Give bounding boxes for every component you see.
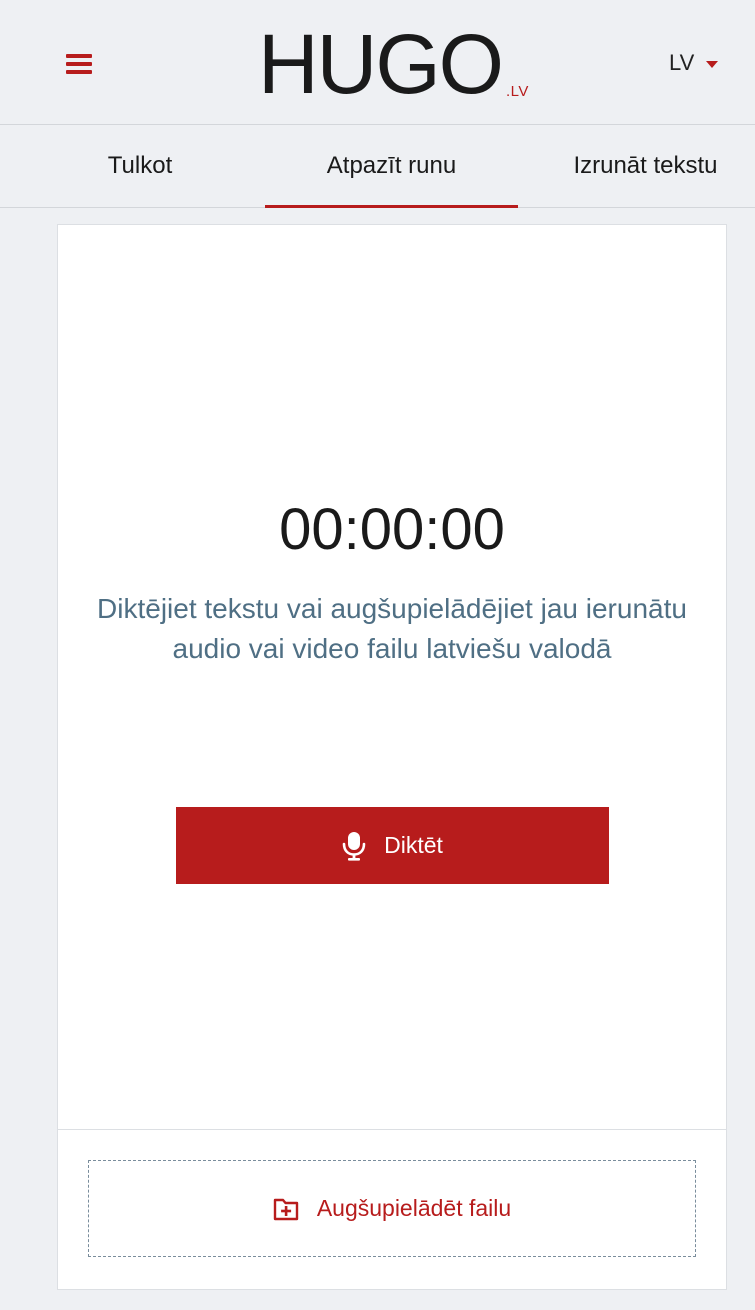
language-label: LV — [669, 50, 695, 75]
upload-file-label: Augšupielādēt failu — [316, 1195, 512, 1221]
folder-plus-icon — [273, 1198, 299, 1220]
instruction-text: Diktējiet tekstu vai augšupielādējiet ja… — [97, 593, 687, 664]
language-selector[interactable]: LV — [669, 50, 719, 76]
header: HUGO .LV LV — [0, 0, 755, 125]
logo[interactable]: HUGO .LV — [258, 17, 529, 111]
dictate-button-label: Diktēt — [384, 832, 443, 858]
recording-timer: 00:00:00 — [279, 497, 505, 562]
logo-suffix: .LV — [506, 83, 529, 100]
caret-down-icon — [706, 60, 719, 68]
upload-file-dropzone[interactable]: Augšupielādēt failu — [88, 1160, 696, 1257]
tab-label: Izrunāt tekstu — [573, 152, 718, 179]
speech-recognition-card: 00:00:00 Diktējiet tekstu vai augšupielā… — [57, 224, 727, 1290]
tab-bar: Tulkot Atpazīt runu Izrunāt tekstu — [0, 125, 755, 208]
hamburger-menu-icon[interactable] — [62, 48, 98, 78]
logo-text: HUGO — [258, 17, 504, 111]
tab-label: Tulkot — [107, 152, 173, 179]
tab-tulkot[interactable]: Tulkot — [85, 125, 195, 207]
tab-atpazit-runu[interactable]: Atpazīt runu — [265, 125, 518, 208]
divider — [58, 1129, 726, 1130]
tab-izrunat-tekstu[interactable]: Izrunāt tekstu — [558, 125, 733, 207]
dictate-button[interactable]: Diktēt — [176, 807, 609, 884]
tab-label: Atpazīt runu — [326, 152, 457, 179]
microphone-icon — [342, 831, 366, 861]
